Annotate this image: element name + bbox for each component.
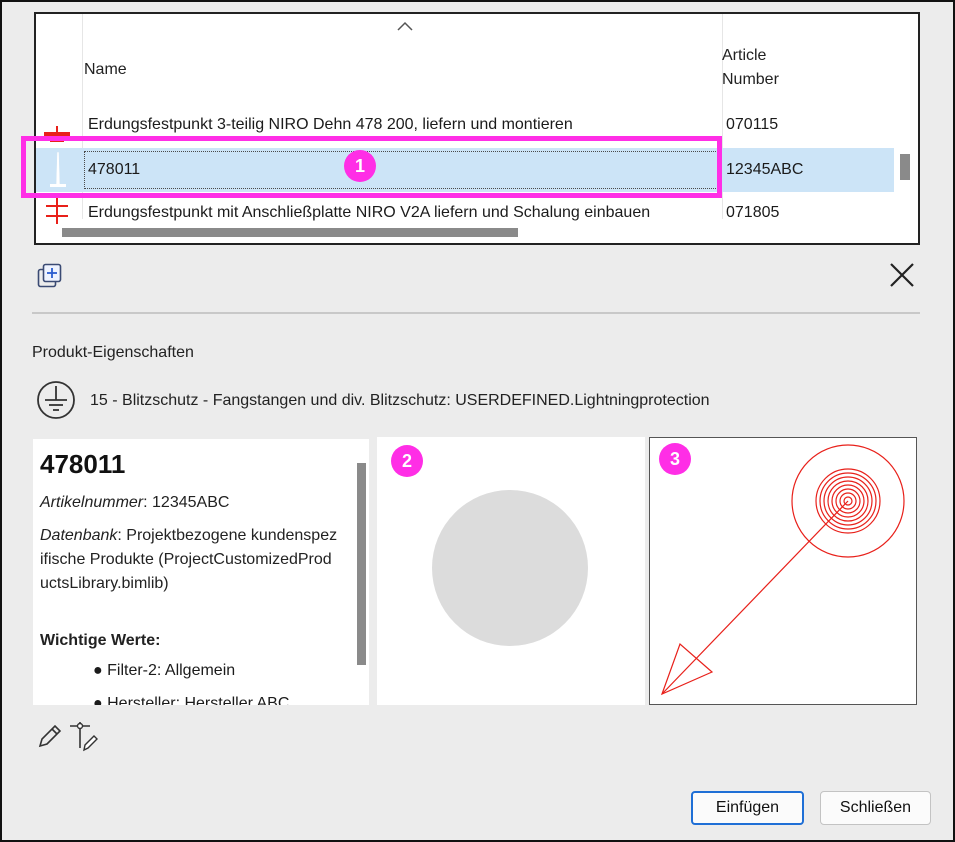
list-item: ● Hersteller: Hersteller ABC <box>93 695 289 705</box>
chevron-up-icon[interactable] <box>396 20 414 32</box>
annotation-badge: 3 <box>659 443 691 475</box>
row-name: Erdungsfestpunkt 3-teilig NIRO Dehn 478 … <box>88 116 573 133</box>
annotation-badge: 1 <box>344 150 376 182</box>
article-number-value: : 12345ABC <box>143 494 230 511</box>
row-article-number: 12345ABC <box>726 161 804 178</box>
row-article-number: 070115 <box>726 116 779 133</box>
category-path: 15 - Blitzschutz - Fangstangen und div. … <box>90 392 710 409</box>
section-divider <box>32 312 920 314</box>
product-title: 478011 <box>40 449 126 479</box>
details-scrollbar-thumb[interactable] <box>357 463 366 665</box>
database-line: Datenbank: Projektbezogene kundenspezifi… <box>40 524 340 596</box>
article-number-label: Artikelnummer <box>40 494 144 511</box>
row-name: Erdungsfestpunkt mit Anschließplatte NIR… <box>88 204 651 221</box>
column-header-name[interactable]: Name <box>84 58 127 82</box>
close-icon[interactable] <box>888 261 916 289</box>
insert-button[interactable]: Einfügen <box>691 791 804 825</box>
row-article-number: 071805 <box>726 204 780 221</box>
preview-2d-symbol[interactable] <box>649 437 917 705</box>
section-title: Produkt-Eigenschaften <box>32 344 194 361</box>
product-dialog: Name Article Number Erdungsfestpunkt 3-t… <box>0 0 955 842</box>
annotation-badge: 2 <box>391 445 423 477</box>
bullet-text: Hersteller: Hersteller ABC <box>107 695 290 705</box>
close-button[interactable]: Schließen <box>820 791 931 825</box>
edit-symbol-icon[interactable] <box>68 720 100 752</box>
ground-symbol-icon <box>37 381 75 419</box>
preview-3d[interactable] <box>377 437 645 705</box>
lightning-rod-plan-symbol-icon <box>660 444 905 696</box>
vertical-scrollbar-thumb[interactable] <box>900 154 910 180</box>
product-details-panel: 478011 Artikelnummer: 12345ABC Datenbank… <box>33 439 369 705</box>
article-number-line: Artikelnummer: 12345ABC <box>40 491 360 515</box>
important-values-heading: Wichtige Werte: <box>40 632 161 649</box>
add-copy-icon[interactable] <box>36 262 64 290</box>
column-header-article-number[interactable]: Article Number <box>722 44 779 92</box>
bullet-text: Filter-2: Allgemein <box>107 662 236 679</box>
horizontal-scrollbar-thumb[interactable] <box>62 228 518 237</box>
preview-3d-shape <box>432 490 588 646</box>
list-item: ● Filter-2: Allgemein <box>93 662 236 679</box>
product-table: Name Article Number Erdungsfestpunkt 3-t… <box>34 12 920 245</box>
pencil-icon[interactable] <box>36 722 64 750</box>
database-label: Datenbank <box>40 527 118 544</box>
